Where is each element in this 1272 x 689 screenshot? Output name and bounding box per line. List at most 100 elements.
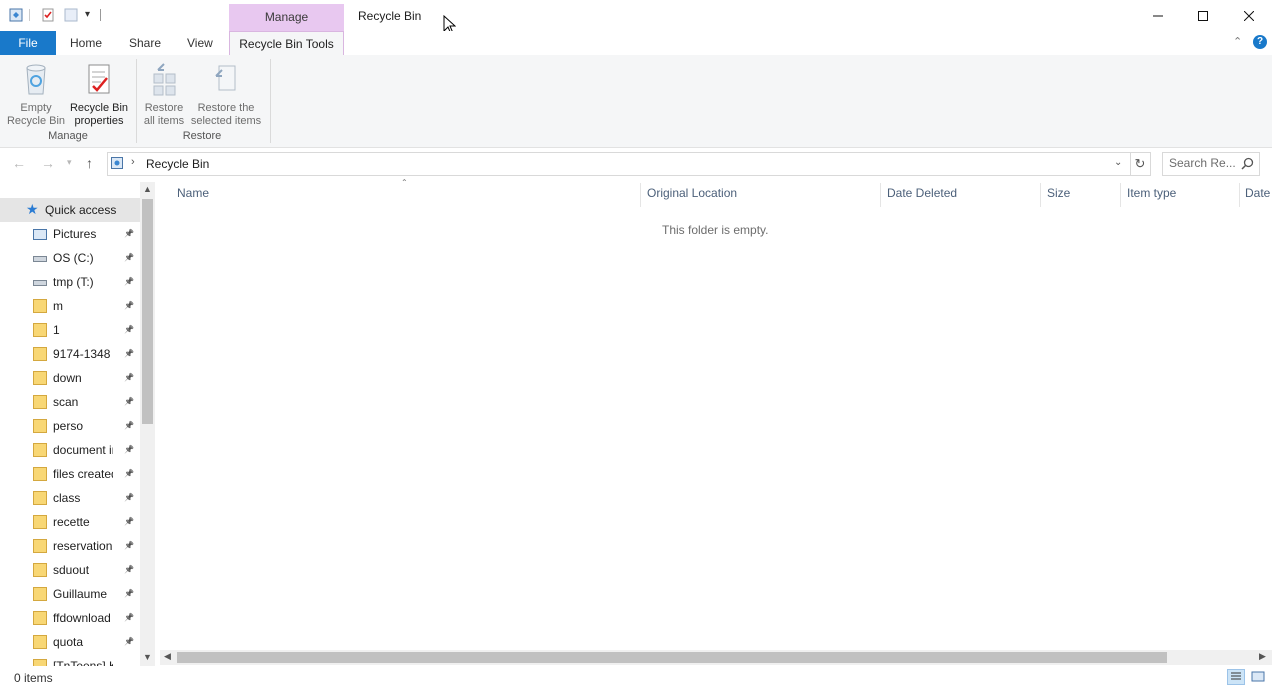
search-input[interactable] [1163,153,1241,173]
column-separator[interactable] [880,183,881,207]
pin-icon[interactable]: 📌 [124,438,134,462]
sidebar-item[interactable]: files created 📌 [0,462,140,486]
column-header-date[interactable]: Date [1245,186,1272,200]
refresh-icon: ↻ [1134,156,1146,171]
sidebar-item[interactable]: reservation 📌 [0,534,140,558]
empty-recycle-bin-button[interactable]: Empty Recycle Bin [6,62,66,128]
large-icons-view-button[interactable] [1249,669,1267,685]
address-bar[interactable] [107,152,1131,176]
details-view-button[interactable] [1227,669,1245,685]
recycle-bin-small-icon[interactable] [9,8,23,22]
help-icon[interactable]: ? [1253,35,1267,49]
sidebar-item[interactable]: [TnTeens] Katari [0,654,140,666]
pin-icon[interactable]: 📌 [124,630,134,654]
sidebar-item[interactable]: 1 📌 [0,318,140,342]
star-icon: ★ [26,201,39,217]
pin-icon[interactable]: 📌 [124,222,134,246]
pin-icon[interactable]: 📌 [124,270,134,294]
minimize-button[interactable] [1135,0,1181,31]
sidebar-item[interactable]: ffdownload 📌 [0,606,140,630]
scroll-up-arrow-icon[interactable]: ▲ [143,184,152,194]
collapse-ribbon-icon[interactable]: ⌃ [1233,35,1242,48]
pin-icon[interactable]: 📌 [124,582,134,606]
tab-share[interactable]: Share [121,31,169,55]
sidebar-item[interactable]: 9174-1348 Qu 📌 [0,342,140,366]
restore-all-label-1: Restore [144,102,184,114]
column-separator[interactable] [640,183,641,207]
breadcrumb[interactable]: Recycle Bin [146,157,209,171]
sidebar-item[interactable]: recette 📌 [0,510,140,534]
close-button[interactable] [1226,0,1272,31]
refresh-button[interactable]: ↻ [1130,152,1151,176]
search-icon[interactable] [1241,157,1254,170]
pin-icon[interactable]: 📌 [124,294,134,318]
pin-icon[interactable]: 📌 [124,414,134,438]
pin-icon[interactable]: 📌 [124,246,134,270]
properties-small-icon[interactable] [41,8,55,22]
sidebar-item-label: 1 [53,323,60,337]
pin-icon[interactable]: 📌 [124,558,134,582]
sidebar-item-label: Guillaume [53,587,108,601]
pin-icon[interactable]: 📌 [124,534,134,558]
recycle-bin-properties-button[interactable]: Recycle Bin properties [68,62,130,128]
column-separator[interactable] [1040,183,1041,207]
pin-icon[interactable]: 📌 [124,462,134,486]
folder-icon [33,371,47,385]
forward-arrow-icon[interactable]: → [41,155,55,171]
scroll-right-icon[interactable]: ▶ [1259,651,1266,662]
sidebar-item[interactable]: scan 📌 [0,390,140,414]
sidebar-item[interactable]: perso 📌 [0,414,140,438]
horizontal-scroll-thumb[interactable] [177,652,1167,663]
sidebar-item[interactable]: Pictures 📌 [0,222,140,246]
column-header-date-deleted[interactable]: Date Deleted [887,186,957,200]
sidebar-item[interactable]: m 📌 [0,294,140,318]
empty-folder-message: This folder is empty. [662,223,769,237]
sidebar-item-label: reservation [53,539,113,553]
pin-icon[interactable]: 📌 [124,390,134,414]
restore-selected-items-button[interactable]: Restore the selected items [189,62,263,128]
sidebar-item[interactable]: document im 📌 [0,438,140,462]
scroll-left-icon[interactable]: ◀ [164,651,171,662]
tab-home[interactable]: Home [62,31,110,55]
pin-icon[interactable]: 📌 [124,486,134,510]
sidebar-item-quick-access[interactable]: ★ Quick access [0,198,140,222]
folder-icon [33,515,47,529]
sidebar-item[interactable]: OS (C:) 📌 [0,246,140,270]
tab-file[interactable]: File [0,31,56,55]
folder-icon [33,659,47,666]
maximize-button[interactable] [1180,0,1226,31]
column-header-item-type[interactable]: Item type [1127,186,1176,200]
large-icons-view-icon [1251,671,1265,682]
pin-icon[interactable]: 📌 [124,318,134,342]
address-dropdown-icon[interactable]: ⌄ [1114,157,1122,168]
column-header-size[interactable]: Size [1047,186,1070,200]
sidebar-item[interactable]: quota 📌 [0,630,140,654]
recycle-bin-address-icon [111,157,123,169]
scroll-down-arrow-icon[interactable]: ▼ [143,652,152,662]
column-header-name[interactable]: Name [177,186,209,200]
vertical-scroll-thumb[interactable] [142,199,153,424]
up-arrow-icon[interactable]: ↑ [86,155,93,171]
sidebar-item[interactable]: Guillaume 📌 [0,582,140,606]
tab-view[interactable]: View [179,31,221,55]
breadcrumb-chevron-icon[interactable]: › [131,156,135,168]
sidebar-item[interactable]: down 📌 [0,366,140,390]
pin-icon[interactable]: 📌 [124,606,134,630]
sidebar-item[interactable]: tmp (T:) 📌 [0,270,140,294]
pin-icon[interactable]: 📌 [124,342,134,366]
new-folder-small-icon[interactable] [64,8,78,22]
restore-all-items-button[interactable]: Restore all items [140,62,188,128]
folder-icon [33,443,47,457]
back-arrow-icon[interactable]: ← [12,155,26,171]
column-separator[interactable] [1239,183,1240,207]
sidebar-item[interactable]: class 📌 [0,486,140,510]
qa-customize-icon[interactable]: ▾ [85,9,90,20]
pin-icon[interactable]: 📌 [124,510,134,534]
recent-locations-icon[interactable]: ▾ [67,157,72,168]
column-header-original-location[interactable]: Original Location [647,186,737,200]
pin-icon[interactable]: 📌 [124,366,134,390]
search-box[interactable] [1162,152,1260,176]
column-separator[interactable] [1120,183,1121,207]
sidebar-item[interactable]: sduout 📌 [0,558,140,582]
tab-recycle-bin-tools[interactable]: Recycle Bin Tools [229,31,344,56]
